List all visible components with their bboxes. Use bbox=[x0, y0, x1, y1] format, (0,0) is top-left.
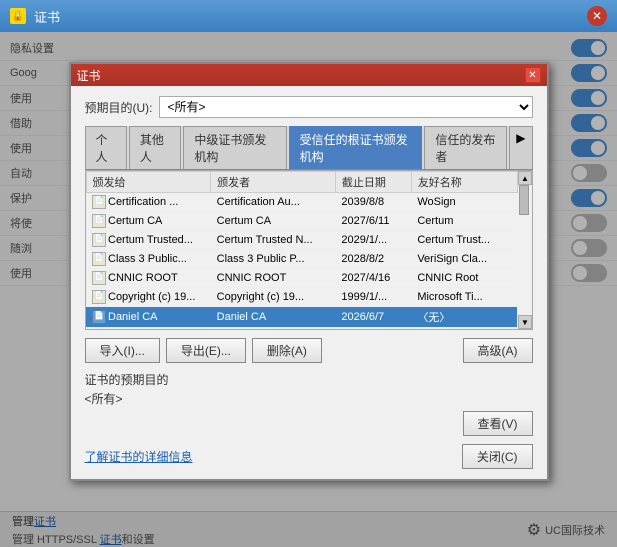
certificate-dialog: 证书 ✕ 预期目的(U): <所有> 个人 其他人 bbox=[69, 62, 549, 481]
cell-issuer-to: 📄Certum CA bbox=[86, 212, 211, 231]
cell-expiry: 2029/1/... bbox=[335, 231, 411, 250]
cell-name: Certum Trust... bbox=[411, 231, 517, 250]
purpose-row: 预期目的(U): <所有> bbox=[85, 96, 533, 118]
close-button[interactable]: 关闭(C) bbox=[462, 444, 533, 469]
cell-issuer: Copyright (c) 19... bbox=[211, 288, 336, 307]
cell-name: Microsoft Ti... bbox=[411, 288, 517, 307]
tab-trusted-publishers[interactable]: 信任的发布者 bbox=[424, 126, 507, 169]
cell-name: CNNIC Root bbox=[411, 269, 517, 288]
cell-issuer: Certum Trusted N... bbox=[211, 231, 336, 250]
cell-expiry: 2027/4/16 bbox=[335, 269, 411, 288]
browser-icon: 🔒 bbox=[10, 8, 26, 24]
cell-issuer-to: 📄Daniel CA bbox=[86, 307, 211, 328]
cert-dialog-close-button[interactable]: ✕ bbox=[525, 67, 541, 83]
table-row[interactable]: 📄Class 3 Public... Class 3 Public P... 2… bbox=[86, 250, 517, 269]
tab-intermediate[interactable]: 中级证书颁发机构 bbox=[183, 126, 286, 169]
browser-titlebar: 🔒 证书 ✕ bbox=[0, 0, 617, 32]
purpose-section-value: <所有> bbox=[85, 390, 533, 407]
cert-buttons-row: 导入(I)... 导出(E)... 删除(A) 高级(A) bbox=[85, 338, 533, 363]
purpose-section-label: 证书的预期目的 bbox=[85, 371, 533, 388]
cell-issuer: Certification Au... bbox=[211, 193, 336, 212]
cell-issuer: Daniel CA bbox=[211, 307, 336, 328]
cell-issuer: Class 3 Public P... bbox=[211, 250, 336, 269]
table-row[interactable]: 📄Certum Trusted... Certum Trusted N... 2… bbox=[86, 231, 517, 250]
table-row[interactable]: 📄Deutsche Telek... Deutsche Telekom... 2… bbox=[86, 328, 517, 330]
cell-issuer-to: 📄Deutsche Telek... bbox=[86, 328, 211, 330]
tab-more-button[interactable]: ▶ bbox=[509, 126, 532, 169]
cell-expiry: 1999/1/... bbox=[335, 288, 411, 307]
cell-name: VeriSign Cla... bbox=[411, 250, 517, 269]
cert-purpose-section: 证书的预期目的 <所有> bbox=[85, 371, 533, 407]
table-row[interactable]: 📄Certum CA Certum CA 2027/6/11 Certum bbox=[86, 212, 517, 231]
cert-info-link[interactable]: 了解证书的详细信息 bbox=[85, 448, 193, 465]
browser-close-button[interactable]: ✕ bbox=[587, 6, 607, 26]
scrollbar-track[interactable] bbox=[518, 185, 532, 315]
cell-name: Deutsche Tel... bbox=[411, 328, 517, 330]
advanced-button[interactable]: 高级(A) bbox=[463, 338, 533, 363]
col-header-name[interactable]: 友好名称 bbox=[411, 172, 517, 193]
cell-expiry: 2027/6/11 bbox=[335, 212, 411, 231]
view-button[interactable]: 查看(V) bbox=[463, 411, 533, 436]
delete-button[interactable]: 删除(A) bbox=[252, 338, 322, 363]
cell-name: 〈无〉 bbox=[411, 307, 517, 328]
tabs-container: 个人 其他人 中级证书颁发机构 受信任的根证书颁发机构 信任的发布者 ▶ bbox=[85, 126, 533, 170]
browser-title: 证书 bbox=[34, 7, 587, 26]
cell-issuer-to: 📄Certification ... bbox=[86, 193, 211, 212]
cell-issuer-to: 📄Copyright (c) 19... bbox=[86, 288, 211, 307]
cell-name: WoSign bbox=[411, 193, 517, 212]
cert-view-row: 查看(V) bbox=[85, 411, 533, 436]
col-header-issuer[interactable]: 颁发者 bbox=[211, 172, 336, 193]
scrollbar-thumb[interactable] bbox=[519, 185, 529, 215]
table-row[interactable]: 📄CNNIC ROOT CNNIC ROOT 2027/4/16 CNNIC R… bbox=[86, 269, 517, 288]
table-row-selected[interactable]: 📄Daniel CA Daniel CA 2026/6/7 〈无〉 bbox=[86, 307, 517, 328]
cert-dialog-body: 预期目的(U): <所有> 个人 其他人 中级证书颁发机构 受信任的根证书颁发机… bbox=[71, 86, 547, 479]
cert-dialog-title: 证书 bbox=[77, 67, 525, 84]
col-header-expiry[interactable]: 截止日期 bbox=[335, 172, 411, 193]
col-header-issuer-to[interactable]: 颁发给 bbox=[86, 172, 211, 193]
purpose-select[interactable]: <所有> bbox=[159, 96, 533, 118]
import-button[interactable]: 导入(I)... bbox=[85, 338, 160, 363]
cert-dialog-titlebar: 证书 ✕ bbox=[71, 64, 547, 86]
modal-overlay: 证书 ✕ 预期目的(U): <所有> 个人 其他人 bbox=[0, 32, 617, 547]
cert-table-wrapper: 颁发给 颁发者 截止日期 友好名称 📄Certification ... bbox=[85, 170, 533, 330]
cell-issuer: CNNIC ROOT bbox=[211, 269, 336, 288]
browser-window: 🔒 证书 ✕ 隐私设置 Goog 使用 bbox=[0, 0, 617, 547]
cell-expiry: 2026/6/7 bbox=[335, 307, 411, 328]
purpose-label: 预期目的(U): bbox=[85, 99, 153, 116]
tab-personal[interactable]: 个人 bbox=[85, 126, 127, 169]
cell-expiry: 2019/7/10 bbox=[335, 328, 411, 330]
cell-issuer: Certum CA bbox=[211, 212, 336, 231]
tab-others[interactable]: 其他人 bbox=[129, 126, 181, 169]
cell-expiry: 2039/8/8 bbox=[335, 193, 411, 212]
tab-trusted-root[interactable]: 受信任的根证书颁发机构 bbox=[289, 126, 423, 169]
cell-name: Certum bbox=[411, 212, 517, 231]
table-scrollbar[interactable]: ▲ ▼ bbox=[518, 171, 532, 329]
export-button[interactable]: 导出(E)... bbox=[166, 338, 246, 363]
table-row[interactable]: 📄Certification ... Certification Au... 2… bbox=[86, 193, 517, 212]
scrollbar-down-button[interactable]: ▼ bbox=[518, 315, 532, 329]
cert-table-inner: 颁发给 颁发者 截止日期 友好名称 📄Certification ... bbox=[86, 171, 518, 329]
cell-issuer: Deutsche Telekom... bbox=[211, 328, 336, 330]
cell-issuer-to: 📄Class 3 Public... bbox=[86, 250, 211, 269]
table-row[interactable]: 📄Copyright (c) 19... Copyright (c) 19...… bbox=[86, 288, 517, 307]
cell-issuer-to: 📄Certum Trusted... bbox=[86, 231, 211, 250]
browser-content: 隐私设置 Goog 使用 借助 bbox=[0, 32, 617, 547]
cell-issuer-to: 📄CNNIC ROOT bbox=[86, 269, 211, 288]
cell-expiry: 2028/8/2 bbox=[335, 250, 411, 269]
cert-action-row: 了解证书的详细信息 关闭(C) bbox=[85, 444, 533, 469]
cert-table: 颁发给 颁发者 截止日期 友好名称 📄Certification ... bbox=[86, 171, 518, 329]
scrollbar-up-button[interactable]: ▲ bbox=[518, 171, 532, 185]
